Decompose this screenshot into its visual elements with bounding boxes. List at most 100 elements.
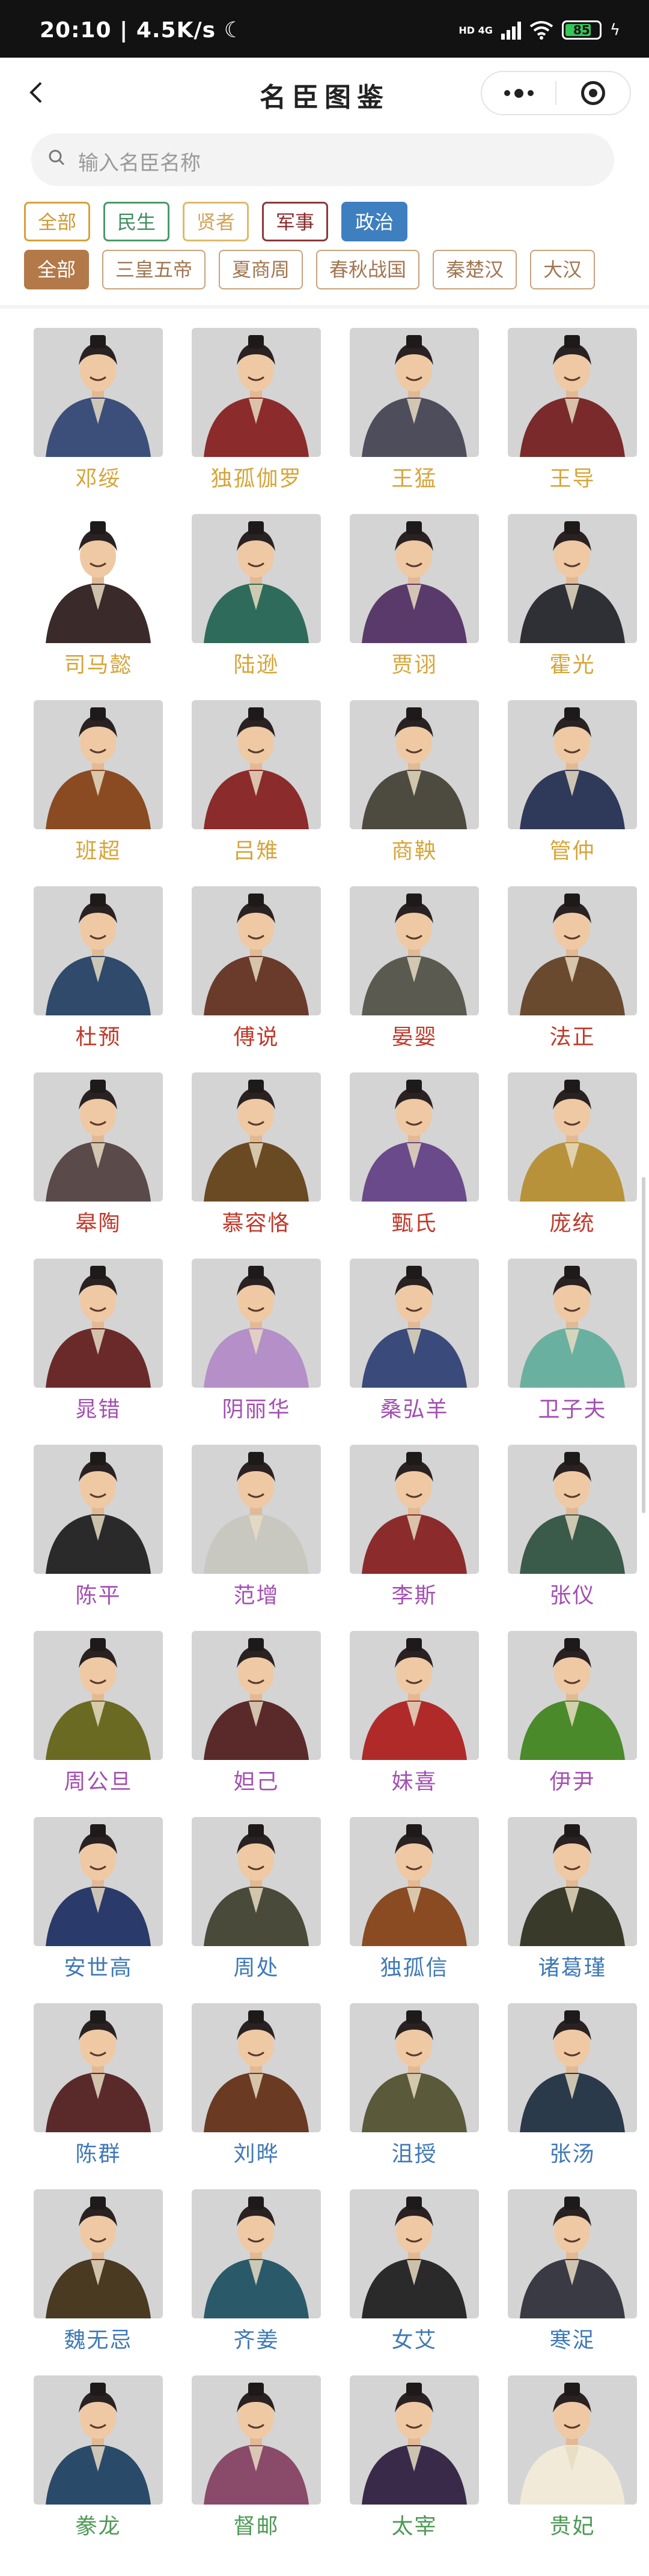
minister-portrait xyxy=(350,1445,479,1574)
minister-card[interactable]: 周处 xyxy=(192,1817,321,1980)
minister-card[interactable]: 杜预 xyxy=(34,886,163,1050)
search-input[interactable]: 输入名臣名称 xyxy=(31,133,614,186)
minister-card[interactable]: 王猛 xyxy=(350,328,479,491)
minister-card[interactable]: 贾诩 xyxy=(350,514,479,677)
minister-name: 张仪 xyxy=(549,1583,596,1608)
minister-card[interactable]: 庞统 xyxy=(508,1072,637,1236)
minister-name: 诸葛瑾 xyxy=(538,1956,607,1980)
minister-card[interactable]: 张仪 xyxy=(508,1445,637,1608)
portrait-figure-icon xyxy=(204,335,309,457)
minister-portrait xyxy=(34,1259,163,1388)
minister-card[interactable]: 陈群 xyxy=(34,2003,163,2166)
era-filter-all[interactable]: 全部 xyxy=(24,250,90,289)
minister-card[interactable]: 寒浞 xyxy=(508,2189,637,2353)
minister-card[interactable]: 傅说 xyxy=(192,886,321,1050)
minister-name: 魏无忌 xyxy=(64,2328,133,2353)
minister-card[interactable]: 女艾 xyxy=(350,2189,479,2353)
minister-card[interactable]: 皋陶 xyxy=(34,1072,163,1236)
minister-card[interactable]: 邓绥 xyxy=(34,328,163,491)
portrait-figure-icon xyxy=(46,707,151,829)
minister-card[interactable]: 管仲 xyxy=(508,700,637,863)
portrait-figure-icon xyxy=(520,707,625,829)
minister-card[interactable]: 陈平 xyxy=(34,1445,163,1608)
minister-card[interactable]: 张汤 xyxy=(508,2003,637,2166)
minister-card[interactable]: 法正 xyxy=(508,886,637,1050)
type-filter-zhengzhi[interactable]: 政治 xyxy=(341,202,408,241)
minister-card[interactable]: 豢龙 xyxy=(34,2375,163,2539)
minister-card[interactable]: 齐姜 xyxy=(192,2189,321,2353)
minister-card[interactable]: 妲己 xyxy=(192,1631,321,1794)
minister-card[interactable]: 霍光 xyxy=(508,514,637,677)
portrait-figure-icon xyxy=(362,2010,467,2132)
minister-name: 晏婴 xyxy=(391,1025,437,1050)
portrait-figure-icon xyxy=(520,1824,625,1946)
minister-name: 司马懿 xyxy=(64,653,133,677)
minister-card[interactable]: 班超 xyxy=(34,700,163,863)
more-button[interactable] xyxy=(482,72,555,114)
minister-card[interactable]: 甄氏 xyxy=(350,1072,479,1236)
status-time-speed: 20:10 | 4.5K/s ☾ xyxy=(40,18,244,43)
era-filter-qinchuhan[interactable]: 秦楚汉 xyxy=(433,250,517,289)
minister-card[interactable]: 慕容恪 xyxy=(192,1072,321,1236)
portrait-figure-icon xyxy=(520,521,625,643)
minister-card[interactable]: 李斯 xyxy=(350,1445,479,1608)
wifi-icon xyxy=(529,21,553,40)
portrait-figure-icon xyxy=(204,1266,309,1388)
minister-portrait xyxy=(192,1817,321,1946)
minister-card[interactable]: 督邮 xyxy=(192,2375,321,2539)
minister-card[interactable]: 沮授 xyxy=(350,2003,479,2166)
portrait-figure-icon xyxy=(46,1452,151,1574)
minister-portrait xyxy=(192,2375,321,2505)
minister-card[interactable]: 周公旦 xyxy=(34,1631,163,1794)
minister-portrait xyxy=(508,2003,637,2132)
minister-name: 督邮 xyxy=(233,2514,279,2539)
portrait-figure-icon xyxy=(362,893,467,1015)
minister-card[interactable]: 陆逊 xyxy=(192,514,321,677)
minister-card[interactable]: 魏无忌 xyxy=(34,2189,163,2353)
minister-card[interactable]: 太宰 xyxy=(350,2375,479,2539)
era-filter-dahan[interactable]: 大汉 xyxy=(530,250,596,289)
minister-card[interactable]: 诸葛瑾 xyxy=(508,1817,637,1980)
minister-card[interactable]: 晏婴 xyxy=(350,886,479,1050)
minister-name: 晁错 xyxy=(75,1397,121,1422)
era-filter-chunqiuzhanguo[interactable]: 春秋战国 xyxy=(316,250,420,289)
minister-card[interactable]: 刘晔 xyxy=(192,2003,321,2166)
minister-name: 陈平 xyxy=(75,1583,121,1608)
minister-card[interactable]: 桑弘羊 xyxy=(350,1259,479,1422)
close-miniprogram-button[interactable] xyxy=(556,72,630,114)
portrait-figure-icon xyxy=(362,2383,467,2505)
minister-card[interactable]: 吕雉 xyxy=(192,700,321,863)
type-filter-xianzhe[interactable]: 贤者 xyxy=(183,202,249,241)
era-filter-sanhuangwudi[interactable]: 三皇五帝 xyxy=(102,250,206,289)
minister-portrait xyxy=(508,328,637,457)
minister-card[interactable]: 阴丽华 xyxy=(192,1259,321,1422)
minister-portrait xyxy=(350,700,479,829)
minister-card[interactable]: 晁错 xyxy=(34,1259,163,1422)
scrollbar[interactable] xyxy=(642,1177,645,1513)
type-filter-all[interactable]: 全部 xyxy=(24,202,91,241)
portrait-figure-icon xyxy=(204,521,309,643)
minister-card[interactable]: 妹喜 xyxy=(350,1631,479,1794)
minister-card[interactable]: 王导 xyxy=(508,328,637,491)
minister-card[interactable]: 范增 xyxy=(192,1445,321,1608)
minister-name: 妹喜 xyxy=(391,1770,437,1794)
minister-name: 慕容恪 xyxy=(222,1211,291,1236)
minister-card[interactable]: 安世高 xyxy=(34,1817,163,1980)
minister-card[interactable]: 伊尹 xyxy=(508,1631,637,1794)
minister-card[interactable]: 贵妃 xyxy=(508,2375,637,2539)
portrait-figure-icon xyxy=(204,2010,309,2132)
type-filter-junshi[interactable]: 军事 xyxy=(262,202,329,241)
minister-name: 王导 xyxy=(549,467,596,491)
minister-portrait xyxy=(192,1259,321,1388)
portrait-figure-icon xyxy=(362,1638,467,1760)
minister-portrait xyxy=(34,1445,163,1574)
minister-card[interactable]: 卫子夫 xyxy=(508,1259,637,1422)
minister-card[interactable]: 商鞅 xyxy=(350,700,479,863)
status-time: 20:10 xyxy=(40,18,112,43)
minister-portrait xyxy=(508,1631,637,1760)
minister-card[interactable]: 独孤信 xyxy=(350,1817,479,1980)
era-filter-xiashangzhou[interactable]: 夏商周 xyxy=(219,250,303,289)
type-filter-minsheng[interactable]: 民生 xyxy=(103,202,170,241)
minister-card[interactable]: 司马懿 xyxy=(34,514,163,677)
minister-card[interactable]: 独孤伽罗 xyxy=(192,328,321,491)
